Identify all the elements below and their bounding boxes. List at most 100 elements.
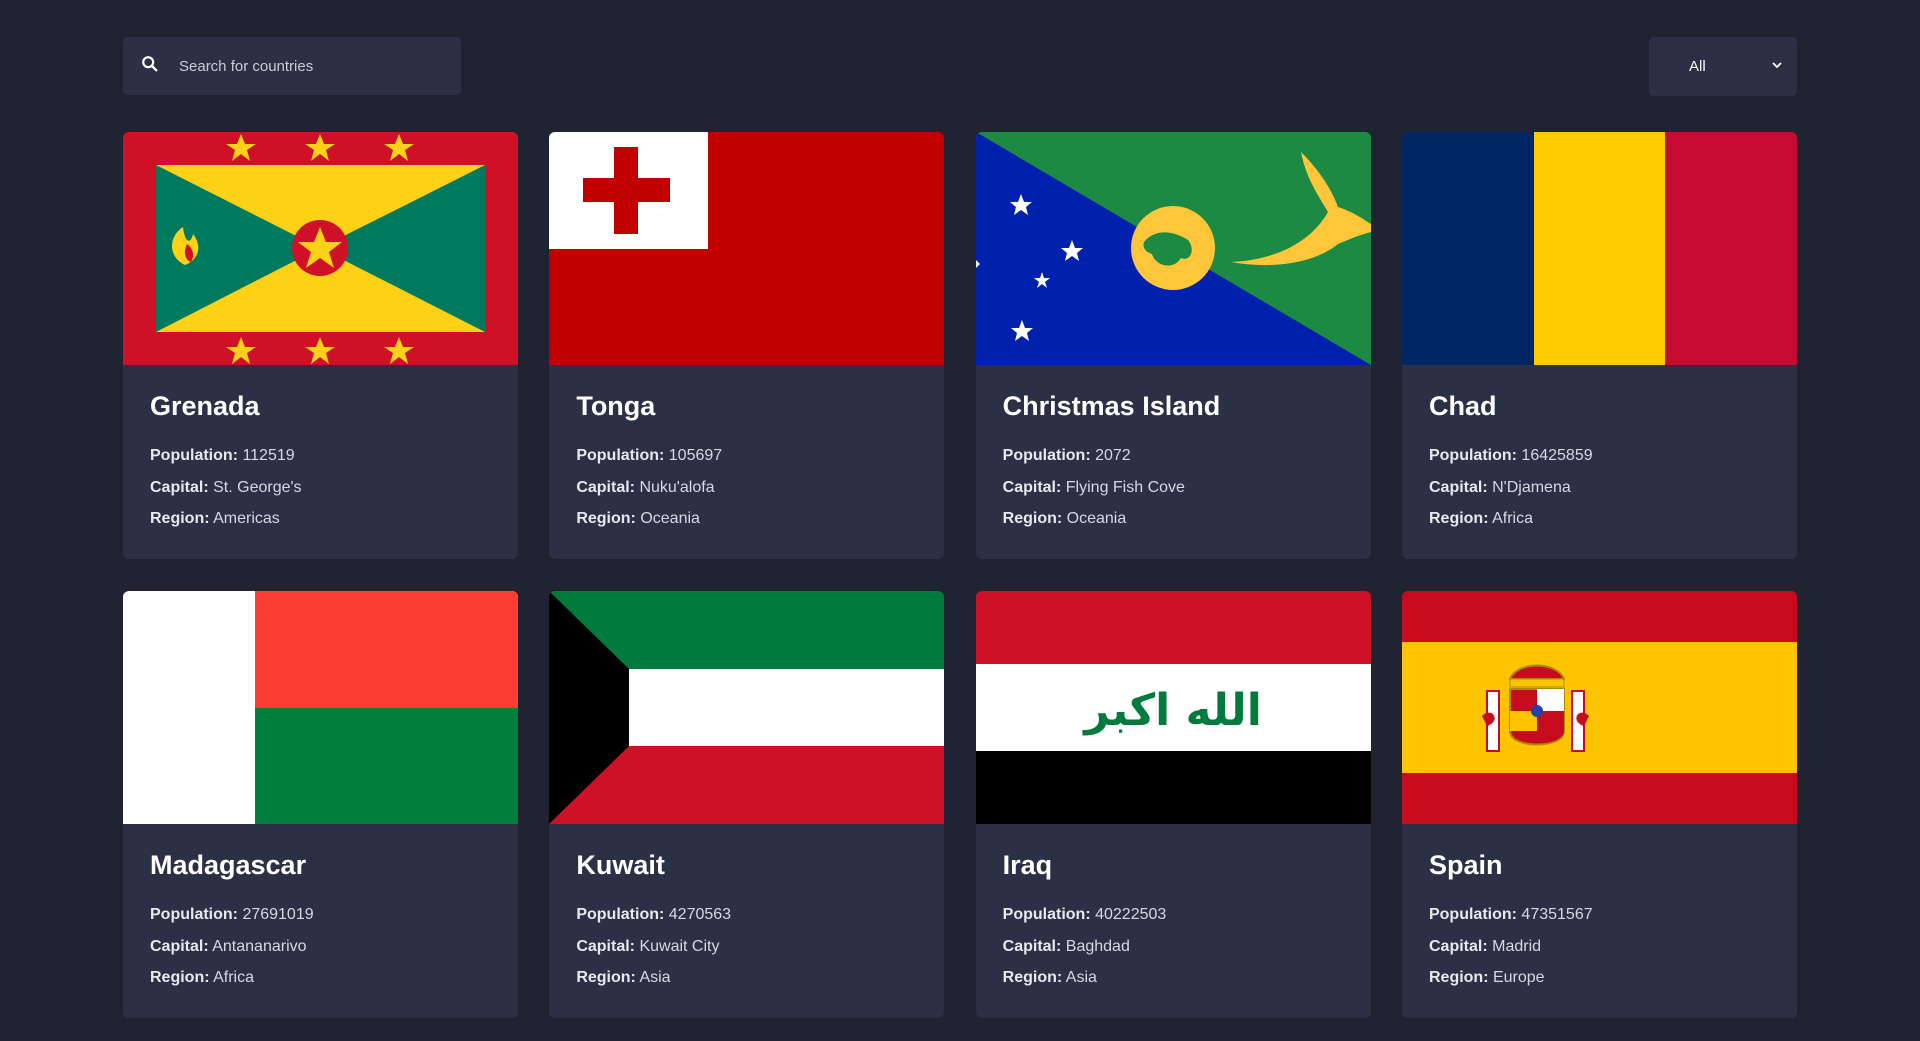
country-name: Madagascar: [150, 850, 307, 880]
population-row: Population: 40222503: [1003, 905, 1344, 925]
country-name: Tonga: [576, 391, 656, 421]
region-label: Region:: [1002, 510, 1063, 527]
country-name: Grenada: [150, 391, 260, 421]
country-name: Spain: [1428, 850, 1503, 880]
capital-label: Capital:: [150, 937, 209, 955]
capital-label: Capital:: [576, 937, 635, 955]
country-card[interactable]: Tonga Population: 105697 Capital: Nuku'a…: [549, 132, 945, 559]
country-card[interactable]: Grenada Population: 112519 Capital: St. …: [123, 132, 518, 559]
country-card[interactable]: Christmas Island Population: 2072 Capita…: [975, 132, 1371, 559]
region-value: Asia: [639, 969, 671, 986]
region-label: Region:: [1002, 969, 1063, 986]
capital-row: Capital: Baghdad: [1003, 937, 1344, 957]
region-filter-select[interactable]: All: [1649, 37, 1797, 96]
chevron-down-icon: [1771, 58, 1783, 75]
christmas-island-flag: [975, 132, 1371, 365]
capital-row: Capital: Kuwait City: [576, 937, 917, 957]
population-row: Population: 4270563: [576, 905, 917, 925]
population-value: 4270563: [668, 906, 732, 923]
population-value: 2072: [1095, 447, 1131, 464]
search-icon: [141, 55, 159, 78]
population-row: Population: 2072: [1003, 446, 1344, 466]
capital-value: N'Djamena: [1492, 478, 1571, 496]
capital-label: Capital:: [576, 478, 635, 496]
region-value: Oceania: [1066, 510, 1127, 527]
capital-row: Capital: St. George's: [150, 478, 491, 498]
population-value: 112519: [242, 447, 295, 464]
capital-label: Capital:: [1002, 937, 1062, 955]
capital-value: Baghdad: [1065, 937, 1130, 955]
tonga-flag: [549, 132, 945, 365]
population-row: Population: 112519: [150, 446, 491, 466]
region-value: Europe: [1492, 969, 1545, 986]
region-label: Region:: [150, 510, 210, 527]
capital-label: Capital:: [1002, 478, 1062, 496]
region-row: Region: Americas: [150, 509, 491, 529]
capital-row: Capital: N'Djamena: [1429, 478, 1770, 498]
country-card[interactable]: Madagascar Population: 27691019 Capital:…: [123, 591, 518, 1018]
population-label: Population:: [1002, 906, 1091, 923]
region-filter-value: All: [1689, 58, 1706, 75]
spain-flag: [1401, 591, 1797, 824]
country-card[interactable]: Chad Population: 16425859 Capital: N'Dja…: [1401, 132, 1797, 559]
country-card[interactable]: الله اكبر Iraq Population: 40222503 Capi…: [975, 591, 1371, 1018]
country-name: Christmas Island: [1002, 391, 1221, 421]
region-value: Asia: [1065, 969, 1097, 986]
region-value: Africa: [213, 969, 255, 986]
population-row: Population: 105697: [576, 446, 917, 466]
region-value: Africa: [1492, 510, 1533, 527]
region-label: Region:: [576, 969, 636, 986]
population-value: 47351567: [1521, 906, 1593, 923]
grenada-flag: [123, 132, 518, 365]
population-label: Population:: [150, 906, 238, 923]
country-grid: Grenada Population: 112519 Capital: St. …: [123, 132, 1797, 1018]
population-label: Population:: [1428, 447, 1517, 464]
capital-value: Nuku'alofa: [639, 478, 715, 496]
region-value: Oceania: [640, 510, 700, 527]
capital-row: Capital: Nuku'alofa: [576, 478, 917, 498]
iraq-flag: الله اكبر: [975, 591, 1371, 824]
capital-value: Madrid: [1492, 937, 1542, 955]
population-label: Population:: [1428, 906, 1517, 923]
population-label: Population:: [150, 447, 238, 464]
capital-row: Capital: Antananarivo: [150, 937, 491, 957]
capital-row: Capital: Madrid: [1429, 937, 1770, 957]
country-card[interactable]: Kuwait Population: 4270563 Capital: Kuwa…: [549, 591, 945, 1018]
toolbar: All: [123, 37, 1797, 96]
chad-flag: [1401, 132, 1797, 365]
region-row: Region: Africa: [150, 968, 491, 988]
region-row: Region: Asia: [1003, 968, 1344, 988]
search-input[interactable]: [177, 56, 441, 76]
region-row: Region: Asia: [576, 968, 917, 988]
population-row: Population: 27691019: [150, 905, 491, 925]
population-row: Population: 47351567: [1429, 905, 1770, 925]
region-label: Region:: [1428, 969, 1489, 986]
search-box[interactable]: [123, 37, 461, 95]
kuwait-flag: [549, 591, 945, 824]
country-name: Kuwait: [576, 850, 665, 880]
population-value: 16425859: [1521, 447, 1593, 464]
region-row: Region: Europe: [1429, 968, 1770, 988]
region-label: Region:: [576, 510, 636, 527]
country-name: Iraq: [1002, 850, 1053, 880]
iraq-flag-inscription: الله اكبر: [1082, 685, 1262, 736]
region-row: Region: Oceania: [1003, 509, 1344, 529]
capital-value: Flying Fish Cove: [1065, 478, 1185, 496]
population-value: 40222503: [1095, 906, 1167, 923]
population-value: 105697: [668, 447, 723, 464]
capital-row: Capital: Flying Fish Cove: [1003, 478, 1344, 498]
capital-label: Capital:: [1428, 478, 1488, 496]
population-value: 27691019: [242, 906, 314, 923]
capital-value: St. George's: [213, 478, 302, 496]
region-value: Americas: [213, 510, 280, 527]
capital-value: Antananarivo: [212, 937, 307, 955]
madagascar-flag: [123, 591, 518, 824]
population-label: Population:: [576, 906, 665, 923]
capital-label: Capital:: [150, 478, 209, 496]
capital-value: Kuwait City: [639, 937, 720, 955]
capital-label: Capital:: [1428, 937, 1488, 955]
region-row: Region: Oceania: [576, 509, 917, 529]
population-label: Population:: [576, 447, 665, 464]
country-card[interactable]: Spain Population: 47351567 Capital: Madr…: [1401, 591, 1797, 1018]
region-row: Region: Africa: [1429, 509, 1770, 529]
